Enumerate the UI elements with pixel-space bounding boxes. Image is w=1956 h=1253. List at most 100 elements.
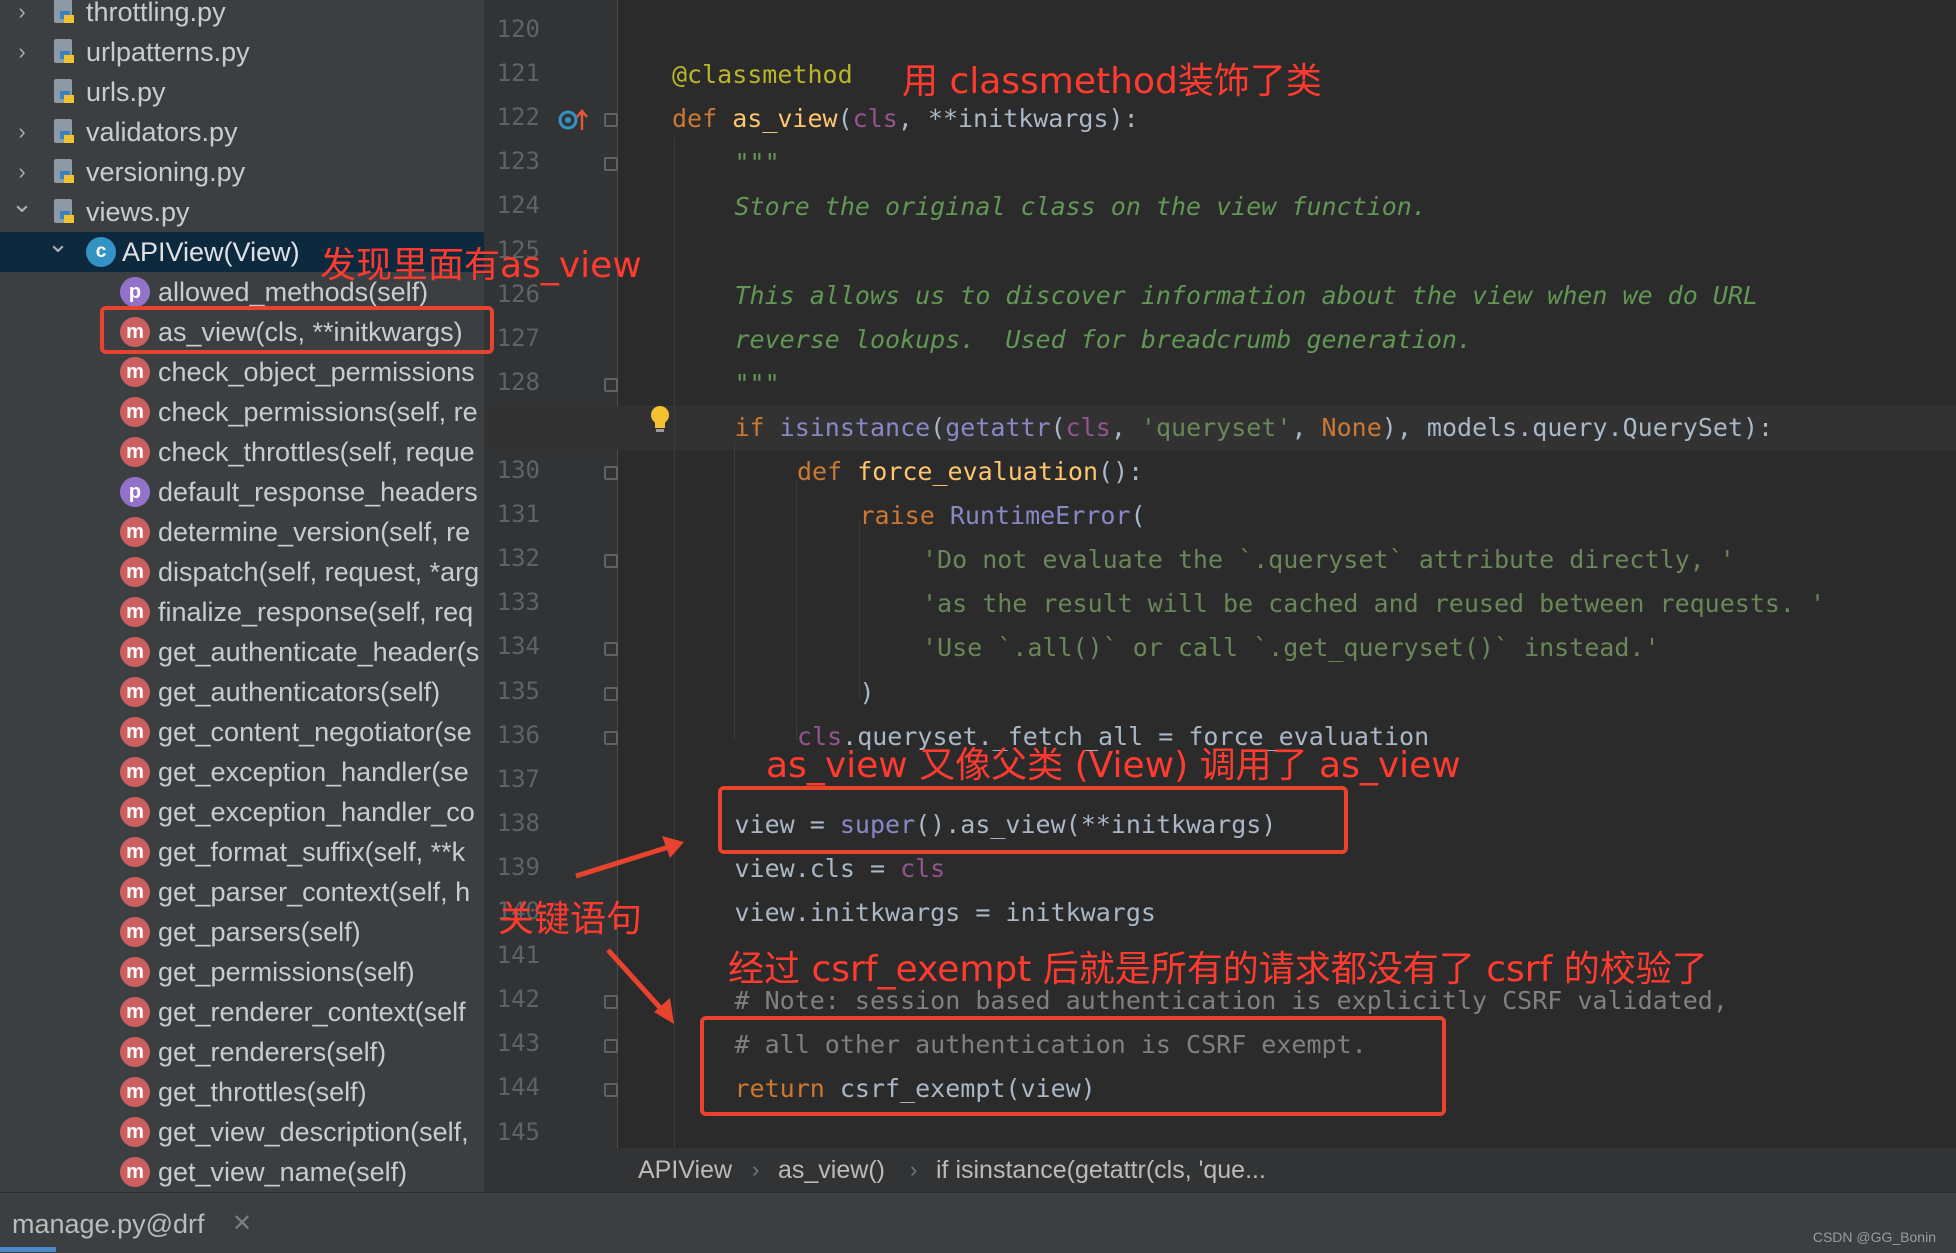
tree-member-row[interactable]: p default_response_headers [0,472,484,512]
tree-member-label: get_view_description(self, [158,1116,469,1147]
code-text: if isinstance(getattr(cls, 'queryset', N… [735,406,1774,450]
breadcrumb-method[interactable]: as_view() [778,1156,885,1185]
code-token: as_view [732,104,838,134]
tree-member-row[interactable]: m determine_version(self, re [0,512,484,552]
code-line: ) [484,671,1956,715]
tree-member-row[interactable]: m get_permissions(self) [0,952,484,992]
tree-file-row[interactable]: urls.py [0,72,484,112]
chevron-down-icon[interactable]: ⌄ [46,228,70,259]
method-icon: m [120,997,150,1027]
property-icon: p [120,477,150,507]
code-text: reverse lookups. Used for breadcrumb gen… [735,318,1473,362]
tree-member-label: get_renderers(self) [158,1036,387,1067]
breadcrumb-separator: › [910,1157,918,1182]
tree-file-label: views.py [86,196,190,227]
code-line: Store the original class on the view fun… [484,185,1956,229]
run-config-tab[interactable]: manage.py@drf [12,1209,205,1240]
classmethod-annotation: 用 classmethod装饰了类 [902,61,1322,102]
tree-member-label: get_renderer_context(self [158,996,466,1027]
tree-file-row[interactable]: › validators.py [0,112,484,152]
code-token: ( [1130,501,1146,531]
code-token: , [1110,412,1141,442]
code-token: def [672,104,733,134]
code-token: getattr [945,412,1051,442]
tree-member-row[interactable]: m get_content_negotiator(se [0,712,484,752]
found-as-view-annotation: 发现里面有as_view [320,245,642,286]
close-icon[interactable]: ✕ [232,1209,252,1238]
method-icon: m [120,757,150,787]
tree-file-row[interactable]: › versioning.py [0,152,484,192]
code-text: """ [735,141,780,185]
code-token: 'as the result will be cached and reused… [922,589,1826,619]
tree-file-row[interactable]: › throttling.py [0,0,484,32]
code-token: (): [1098,457,1144,486]
tree-member-row[interactable]: m check_throttles(self, reque [0,432,484,472]
super-call-highlight [718,786,1348,854]
breadcrumb-class[interactable]: APIView [638,1156,732,1185]
tree-member-row[interactable]: m get_throttles(self) [0,1072,484,1112]
tree-member-row[interactable]: m get_renderers(self) [0,1032,484,1072]
tree-member-label: get_content_negotiator(se [158,716,472,747]
tree-member-row[interactable]: m get_parsers(self) [0,912,484,952]
tree-member-label: get_authenticate_header(s [158,636,480,667]
tree-member-row[interactable]: m check_permissions(self, re [0,392,484,432]
tree-member-label: default_response_headers [158,476,478,507]
tree-member-row[interactable]: m get_format_suffix(self, **k [0,832,484,872]
chevron-right-icon[interactable]: › [10,0,34,25]
tree-member-row[interactable]: m get_parser_context(self, h [0,872,484,912]
code-token: This allows us to discover information a… [734,280,1759,310]
property-icon: p [120,277,150,307]
python-file-icon [52,197,78,227]
tree-file-row[interactable]: ⌄ views.py [0,188,484,232]
chevron-right-icon[interactable]: › [10,119,34,145]
method-icon: m [120,1077,150,1107]
tree-member-row[interactable]: m get_view_description(self, [0,1112,484,1152]
tree-member-row[interactable]: m dispatch(self, request, *arg [0,552,484,592]
chevron-right-icon[interactable]: › [10,39,34,65]
override-icon[interactable] [558,106,592,134]
tree-member-label: determine_version(self, re [158,516,471,547]
python-file-icon [52,157,78,187]
tree-member-label: get_authenticators(self) [158,676,441,707]
code-text: def force_evaluation(): [797,450,1143,494]
python-file-icon [52,77,78,107]
method-icon: m [120,637,150,667]
tree-member-row[interactable]: m get_renderer_context(self [0,992,484,1032]
code-line: raise RuntimeError( [484,494,1956,538]
breadcrumb-statement[interactable]: if isinstance(getattr(cls, 'que... [936,1156,1266,1185]
code-token: """ [734,368,780,398]
code-token: cls [852,104,898,134]
code-token: @classmethod [672,60,853,90]
tree-member-row[interactable]: m get_view_name(self) [0,1152,484,1192]
tree-member-label: dispatch(self, request, *arg [158,556,480,587]
chevron-right-icon[interactable]: › [10,159,34,185]
tree-member-row[interactable]: m finalize_response(self, req [0,592,484,632]
csrf-exempt-annotation: 经过 csrf_exempt 后就是所有的请求都没有了 csrf 的校验了 [728,949,1708,990]
method-icon: m [120,357,150,387]
method-icon: m [120,717,150,747]
chevron-down-icon[interactable]: ⌄ [10,188,34,219]
key-statement-annotation: 关键语句 [498,899,643,940]
lightbulb-icon[interactable] [648,404,672,434]
python-file-icon [52,117,78,147]
tree-member-label: check_object_permissions [158,356,475,387]
code-text: Store the original class on the view fun… [735,185,1427,229]
tree-member-row[interactable]: m get_authenticate_header(s [0,632,484,672]
watermark: CSDN @GG_Bonin [1812,1229,1936,1245]
code-token: , **initkwargs): [897,104,1139,134]
tree-member-row[interactable]: m get_authenticators(self) [0,672,484,712]
tree-member-row[interactable]: m get_exception_handler_co [0,792,484,832]
tree-member-row[interactable]: m get_exception_handler(se [0,752,484,792]
tree-file-row[interactable]: › urlpatterns.py [0,32,484,72]
code-line: This allows us to discover information a… [484,274,1956,318]
code-text: 'Use `.all()` or call `.get_queryset()` … [922,626,1660,670]
code-token: raise [859,501,950,531]
tree-member-row[interactable]: m check_object_permissions [0,352,484,392]
code-token: view.cls = [734,853,901,883]
code-text: ) [860,671,875,715]
method-icon: m [120,517,150,547]
code-token: ) [859,677,875,707]
